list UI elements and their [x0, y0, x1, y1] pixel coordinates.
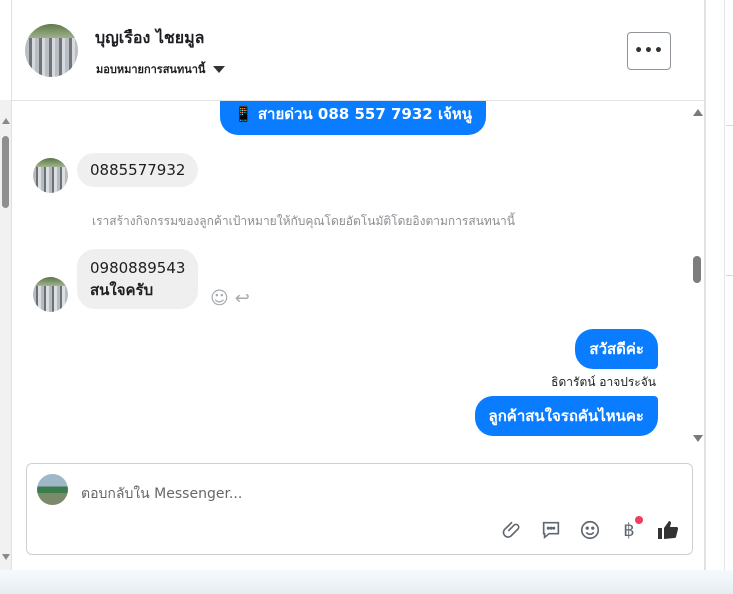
reply-input[interactable]: ตอบกลับใน Messenger... — [81, 483, 242, 505]
outer-scrollbar[interactable] — [0, 100, 11, 570]
chat-window: บุญเรือง ไชยมูล มอบหมายการสนทนานี้ ••• 📱… — [11, 0, 706, 570]
scroll-thumb[interactable] — [2, 136, 9, 208]
baht-symbol: ฿ — [623, 519, 635, 541]
ellipsis-icon: ••• — [634, 43, 664, 59]
scroll-up-arrow-icon[interactable] — [693, 109, 703, 116]
assign-conversation-dropdown[interactable]: มอบหมายการสนทนานี้ — [96, 60, 226, 78]
scroll-down-arrow-icon[interactable] — [693, 435, 703, 442]
assign-conversation-label: มอบหมายการสนทนานี้ — [96, 63, 206, 76]
reply-composer[interactable]: ตอบกลับใน Messenger... ฿ — [26, 463, 693, 555]
scroll-down-arrow-icon[interactable] — [2, 554, 10, 560]
message-text: 📱 สายด่วน 088 557 7932 เจ้หนู — [234, 105, 473, 123]
reply-arrow-icon[interactable]: ↩ — [235, 288, 250, 309]
message-text: ลูกค้าสนใจรถคันไหนคะ — [488, 407, 644, 425]
message-text: 0980889543 — [90, 259, 186, 277]
message-actions: ☺ ↩ — [210, 288, 250, 309]
right-side-panel — [705, 0, 733, 570]
sender-name: ธิดารัตน์ อาจประจัน — [551, 375, 656, 389]
contact-avatar[interactable] — [25, 24, 78, 77]
message-text: 0885577932 — [90, 161, 186, 179]
emoji-icon[interactable] — [578, 518, 602, 542]
panel-divider — [726, 125, 733, 126]
message-bubble-outgoing[interactable]: 📱 สายด่วน 088 557 7932 เจ้หนู — [220, 101, 487, 135]
contact-avatar-small — [33, 277, 68, 312]
message-bubble-outgoing[interactable]: สวัสดีค่ะ — [575, 329, 658, 369]
page-avatar — [37, 474, 68, 505]
message-text: สนใจครับ — [90, 281, 154, 299]
message-bubble-incoming[interactable]: 0980889543 สนใจครับ — [77, 249, 199, 309]
react-emoji-icon[interactable]: ☺ — [210, 288, 229, 309]
panel-edge — [724, 0, 725, 570]
contact-name[interactable]: บุญเรือง ไชยมูล — [95, 26, 204, 51]
baht-icon[interactable]: ฿ — [617, 516, 643, 542]
message-list: 📱 สายด่วน 088 557 7932 เจ้หนู 0885577932… — [12, 101, 706, 446]
scroll-thumb[interactable] — [693, 256, 701, 283]
paperclip-icon[interactable] — [500, 518, 524, 542]
chat-header: บุญเรือง ไชยมูล มอบหมายการสนทนานี้ ••• — [12, 0, 706, 101]
message-bubble-incoming[interactable]: 0885577932 — [77, 153, 199, 187]
scroll-up-arrow-icon[interactable] — [2, 118, 10, 124]
panel-divider — [726, 275, 733, 276]
thumbs-up-icon[interactable] — [656, 518, 680, 542]
system-note: เราสร้างกิจกรรมของลูกค้าเป้าหมายให้กับคุ… — [92, 214, 515, 228]
more-options-button[interactable]: ••• — [627, 32, 671, 70]
message-scrollbar[interactable] — [692, 101, 704, 446]
chat-bubble-icon[interactable] — [539, 518, 563, 542]
message-bubble-outgoing[interactable]: ลูกค้าสนใจรถคันไหนคะ — [474, 396, 658, 436]
notification-dot — [635, 516, 643, 524]
contact-avatar-small — [33, 158, 68, 193]
caret-down-icon — [213, 65, 226, 73]
message-text: สวัสดีค่ะ — [589, 340, 644, 358]
composer-toolbar: ฿ — [500, 516, 680, 542]
